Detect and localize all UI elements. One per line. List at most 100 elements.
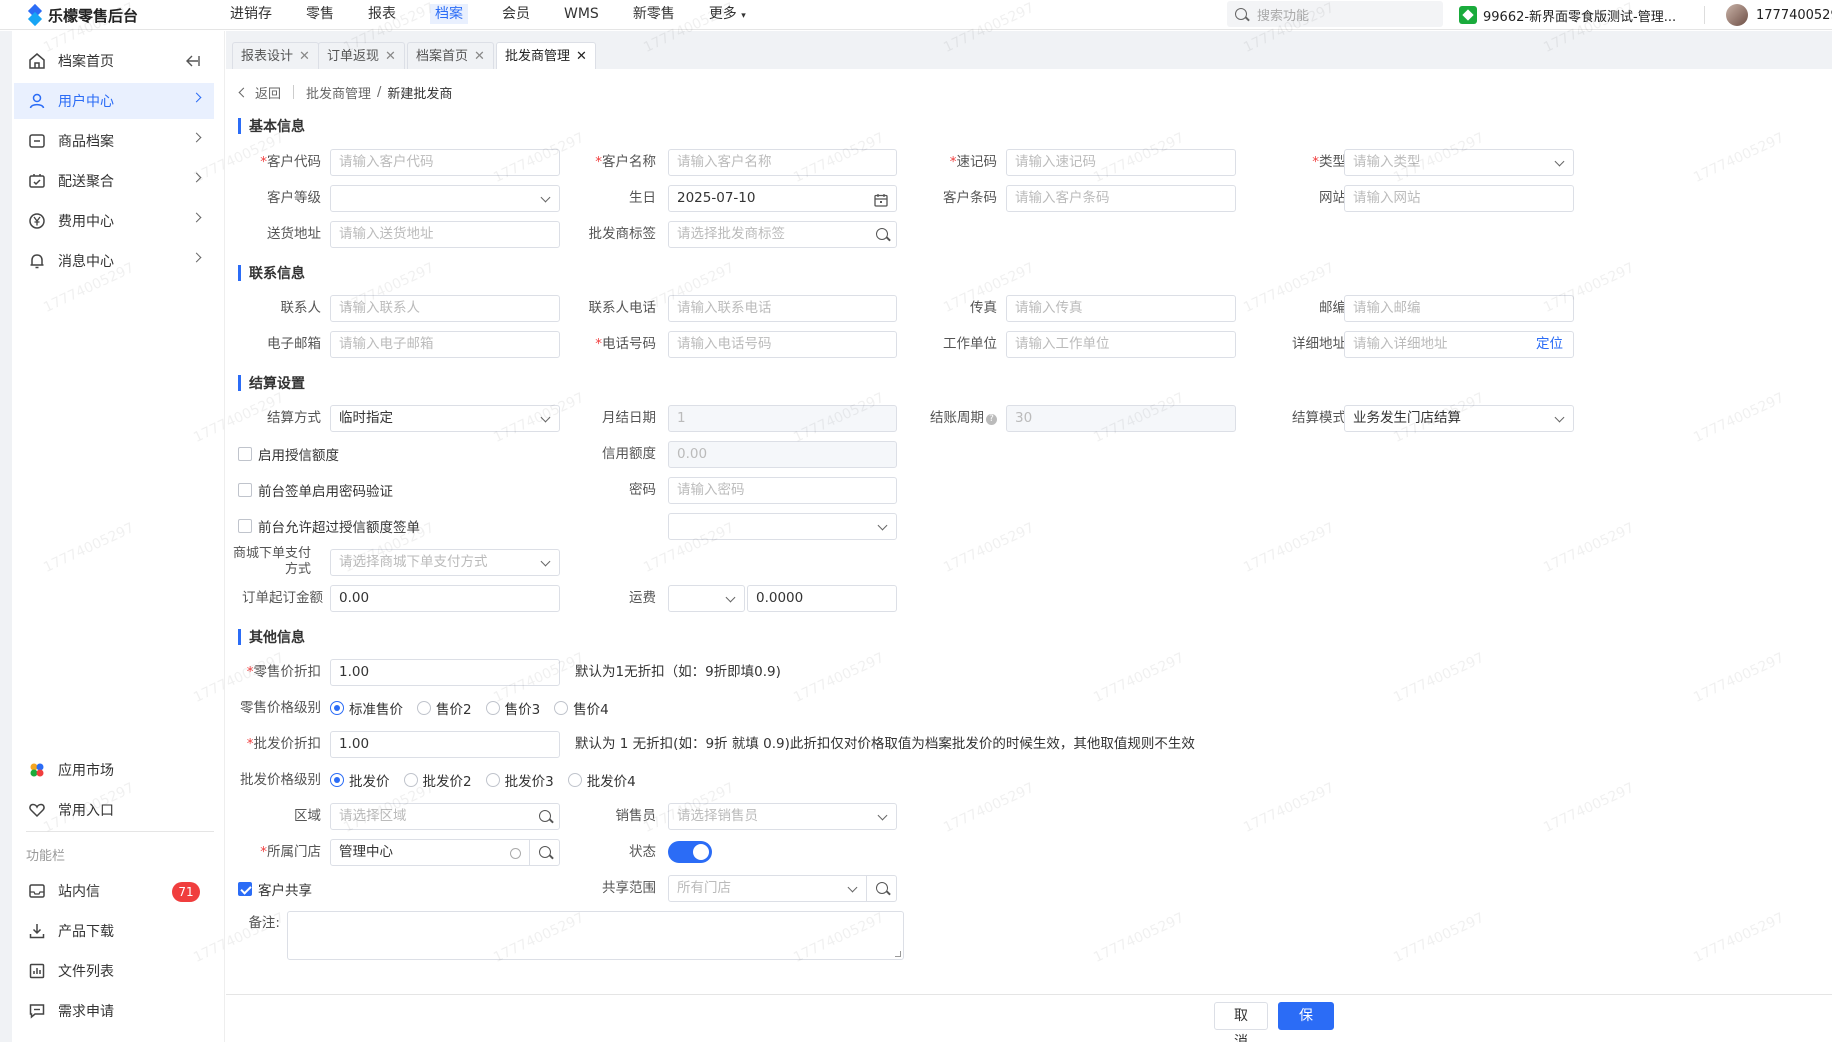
cancel-button[interactable]: 取 消 [1214,1002,1268,1042]
topnav-reports[interactable]: 报表 [356,0,408,30]
locate-link[interactable]: 定位 [1536,332,1563,357]
retail-discount-input[interactable]: 1.00 [330,659,560,686]
breadcrumb-parent[interactable]: 批发商管理 [306,83,371,102]
search-icon[interactable] [539,810,551,822]
app-logo[interactable]: 乐檬零售后台 [28,4,138,26]
sidebar-item-archive-home[interactable]: 档案首页 [14,43,214,79]
collapse-sidebar-icon[interactable] [186,55,200,67]
top-nav: 进销存 零售 报表 档案 会员 WMS 新零售 更多 ▾ [218,0,768,30]
quick-code-input[interactable]: 请输入速记码 [1006,149,1236,176]
sidebar-item-inbox[interactable]: 站内信 71 [14,873,214,909]
salesperson-select[interactable]: 请选择销售员 [668,803,897,830]
zip-input[interactable]: 请输入邮编 [1344,295,1574,322]
month-settle-day-input[interactable]: 1 [668,405,897,432]
radio-wholesale-price-4[interactable]: 批发价4 [567,770,636,790]
company-input[interactable]: 请输入工作单位 [1006,331,1236,358]
radio-price-3[interactable]: 售价3 [485,698,540,718]
settle-method-select[interactable]: 临时指定 [330,405,560,432]
store-selector[interactable]: 99662-新界面零食版测试-管理... [1459,3,1676,27]
phone-number-input[interactable]: 请输入电话号码 [668,331,897,358]
topnav-more[interactable]: 更多 ▾ [697,0,758,30]
save-button[interactable]: 保 存 [1278,1002,1334,1042]
sidebar-item-app-market[interactable]: 应用市场 [14,752,214,788]
resize-handle-icon[interactable] [895,951,901,957]
wholesale-discount-input[interactable]: 1.00 [330,731,560,758]
billing-cycle-input[interactable]: 30 [1006,405,1236,432]
sidebar-item-messages[interactable]: 消息中心 [14,243,214,279]
mall-pay-select[interactable]: 请选择商城下单支付方式 [330,549,560,576]
password-input[interactable]: 请输入密码 [668,477,897,504]
type-select[interactable]: 请输入类型 [1344,149,1574,176]
customer-level-select[interactable] [330,185,560,212]
sidebar-item-expense[interactable]: 费用中心 [14,203,214,239]
sidebar-item-goods-archive[interactable]: 商品档案 [14,123,214,159]
topnav-archive[interactable]: 档案 [418,0,480,30]
over-credit-select[interactable] [668,513,897,540]
clear-icon[interactable] [510,848,521,859]
detail-address-input[interactable]: 请输入详细地址 定位 [1344,331,1574,358]
store-input[interactable]: 管理中心 [330,839,560,866]
share-scope-search-button[interactable] [866,876,896,901]
tab-wholesaler-management[interactable]: 批发商管理 ✕ [496,42,596,69]
topnav-inventory[interactable]: 进销存 [218,0,284,30]
delivery-address-input[interactable]: 请输入送货地址 [330,221,560,248]
settle-mode-select[interactable]: 业务发生门店结算 [1344,405,1574,432]
freight-input[interactable]: 0.0000 [747,585,897,612]
birthday-date-input[interactable]: 2025-07-10 [668,185,897,212]
tab-archive-home[interactable]: 档案首页 ✕ [407,42,494,69]
remark-textarea[interactable] [287,911,904,960]
top-search-input[interactable]: 搜索功能 [1227,1,1443,27]
share-scope-select[interactable]: 所有门店 [668,875,897,902]
topnav-new-retail[interactable]: 新零售 [621,0,687,30]
customer-share-checkbox[interactable]: 客户共享 [238,880,312,899]
region-input[interactable]: 请选择区域 [330,803,560,830]
sidebar-item-user-center[interactable]: 用户中心 [14,83,214,119]
sidebar-item-file-list[interactable]: 文件列表 [14,953,214,989]
wholesaler-tag-input[interactable]: 请选择批发商标签 [668,221,897,248]
email-field[interactable]: 请输入电子邮箱 [330,331,560,358]
tab-report-design[interactable]: 报表设计 ✕ [232,42,319,69]
tab-label: 订单返现 [327,48,380,64]
sidebar-item-delivery[interactable]: 配送聚合 [14,163,214,199]
tab-order-cashback[interactable]: 订单返现 ✕ [318,42,405,69]
close-icon[interactable]: ✕ [576,44,587,69]
customer-barcode-input[interactable]: 请输入客户条码 [1006,185,1236,212]
close-icon[interactable]: ✕ [299,44,310,69]
radio-price-2[interactable]: 售价2 [417,698,472,718]
back-button[interactable]: 返回 [238,83,281,102]
allow-over-credit-checkbox[interactable]: 前台允许超过授信额度签单 [238,517,420,536]
radio-price-4[interactable]: 售价4 [554,698,609,718]
calendar-icon[interactable] [874,191,888,211]
user-menu[interactable]: 1777400529 [1726,2,1832,28]
min-order-input[interactable]: 0.00 [330,585,560,612]
bell-icon [28,252,46,270]
password-verify-checkbox[interactable]: 前台签单启用密码验证 [238,481,393,500]
radio-wholesale-price-3[interactable]: 批发价3 [485,770,554,790]
radio-standard-price[interactable]: 标准售价 [330,698,403,718]
contact-person-input[interactable]: 请输入联系人 [330,295,560,322]
radio-wholesale-price-2[interactable]: 批发价2 [403,770,472,790]
fax-input[interactable]: 请输入传真 [1006,295,1236,322]
credit-limit-input[interactable]: 0.00 [668,441,897,468]
customer-code-input[interactable]: 请输入客户代码 [330,149,560,176]
contact-phone-input[interactable]: 请输入联系电话 [668,295,897,322]
sidebar-item-favorites[interactable]: 常用入口 [14,792,214,828]
wholesale-discount-label: *批发价折扣 [246,736,321,752]
radio-dot [485,701,500,715]
enable-credit-checkbox[interactable]: 启用授信额度 [238,445,339,464]
topnav-wms[interactable]: WMS [552,0,611,30]
sidebar-item-download[interactable]: 产品下载 [14,913,214,949]
store-search-button[interactable] [529,840,559,865]
customer-name-input[interactable]: 请输入客户名称 [668,149,897,176]
freight-type-select[interactable] [668,585,745,612]
radio-wholesale-price[interactable]: 批发价 [330,770,390,790]
topnav-member[interactable]: 会员 [490,0,542,30]
sidebar-item-request[interactable]: 需求申请 [14,993,214,1029]
close-icon[interactable]: ✕ [385,44,396,69]
status-toggle[interactable] [668,841,712,863]
close-icon[interactable]: ✕ [474,44,485,69]
website-input[interactable]: 请输入网站 [1344,185,1574,212]
search-icon[interactable] [876,228,888,240]
topnav-retail[interactable]: 零售 [294,0,346,30]
min-order-label: 订单起订金额 [242,590,323,606]
